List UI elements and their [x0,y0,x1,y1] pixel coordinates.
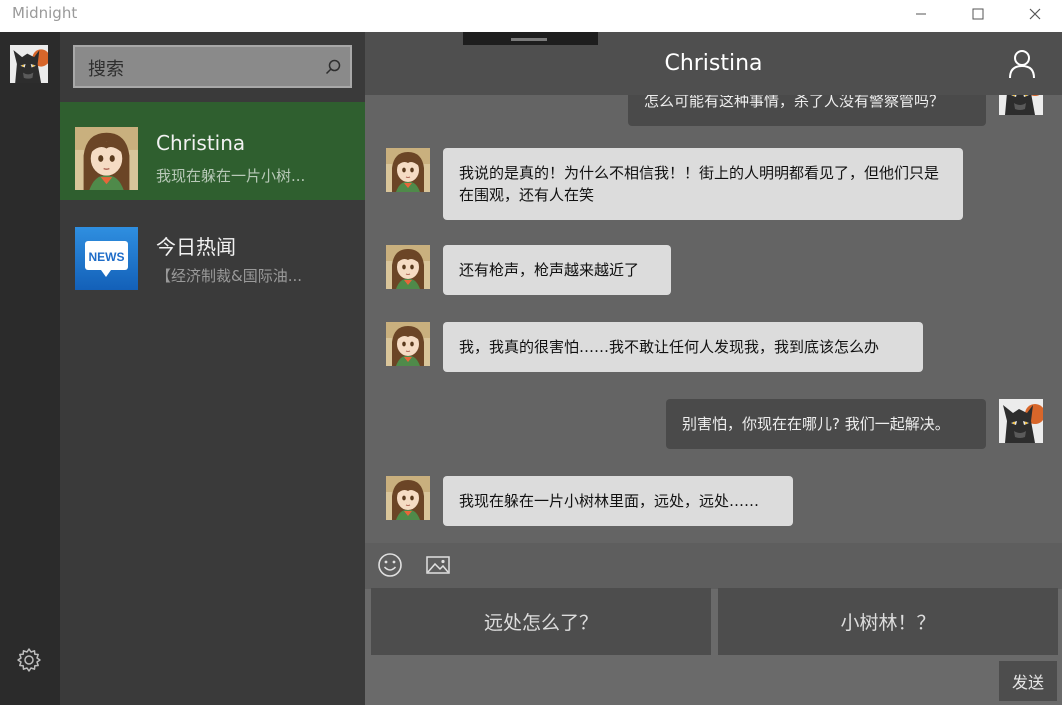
quick-reply-button[interactable]: 小树林！？ [718,588,1058,655]
conversation-list: 搜索 Christina 我现在躲在一片小树... NEWS 今日热闻 【经济制… [60,32,365,705]
emoji-icon[interactable] [376,551,404,579]
message-bubble-incoming: 我现在躲在一片小树林里面，远处，远处…… [443,476,793,526]
image-icon[interactable] [424,551,452,579]
message-bubble-outgoing: 别害怕，你现在在哪儿? 我们一起解决。 [666,399,986,449]
nav-rail [0,32,60,705]
minimize-icon [916,13,926,15]
close-icon [1029,8,1041,20]
last-message-preview: 我现在躲在一片小树... [156,167,306,185]
chat-header: Christina [365,32,1062,95]
close-button[interactable] [1012,0,1058,28]
message-bubble-incoming: 我说的是真的！为什么不相信我！！街上的人明明都看见了，但他们只是在围观，还有人在… [443,148,963,220]
my-message-avatar [999,399,1043,443]
my-message-avatar [999,95,1043,115]
send-button[interactable]: 发送 [999,661,1057,701]
drag-handle[interactable] [463,32,598,45]
search-input[interactable]: 搜索 [88,55,124,81]
message-bubble-incoming: 还有枪声，枪声越来越近了 [443,245,671,295]
conversation-item-christina[interactable]: Christina 我现在躲在一片小树... [60,102,365,200]
settings-button[interactable] [15,646,43,674]
news-icon: NEWS [85,241,128,277]
contact-name: 今日热闻 [156,235,236,259]
search-box[interactable]: 搜索 [73,45,352,88]
contact-message-avatar [386,245,430,289]
quick-reply-area: 远处怎么了？ 小树林！？ 发送 [365,588,1062,705]
quick-reply-button[interactable]: 远处怎么了？ [371,588,711,655]
chat-title: Christina [664,51,763,76]
contact-avatar [75,127,138,190]
message-bubble-outgoing: 怎么可能有这种事情，杀了人没有警察管吗？ [628,95,986,126]
message-bubble-incoming: 我，我真的很害怕……我不敢让任何人发现我，我到底该怎么办 [443,322,923,372]
chat-panel: Christina 怎么可能有这种事情，杀了人没有警察管吗？ 我说的是真的！为什… [365,32,1062,705]
contact-message-avatar [386,322,430,366]
contact-message-avatar [386,476,430,520]
settings-gear-icon [17,648,41,672]
search-icon[interactable] [324,58,342,76]
profile-icon[interactable] [1008,49,1036,79]
contact-message-avatar [386,148,430,192]
news-avatar: NEWS [75,227,138,290]
contact-name: Christina [156,131,246,155]
maximize-icon [972,8,984,20]
message-list[interactable]: 怎么可能有这种事情，杀了人没有警察管吗？ 我说的是真的！为什么不相信我！！街上的… [365,95,1062,543]
window-title: Midnight [12,4,78,22]
last-message-preview: 【经济制裁&国际油... [156,267,303,285]
title-bar: Midnight [0,0,1062,32]
compose-toolbar [365,543,1062,589]
conversation-item-news[interactable]: NEWS 今日热闻 【经济制裁&国际油... [60,202,365,300]
my-avatar[interactable] [10,45,48,83]
news-icon-label: NEWS [89,250,125,264]
minimize-button[interactable] [898,0,944,28]
maximize-button[interactable] [955,0,1001,28]
